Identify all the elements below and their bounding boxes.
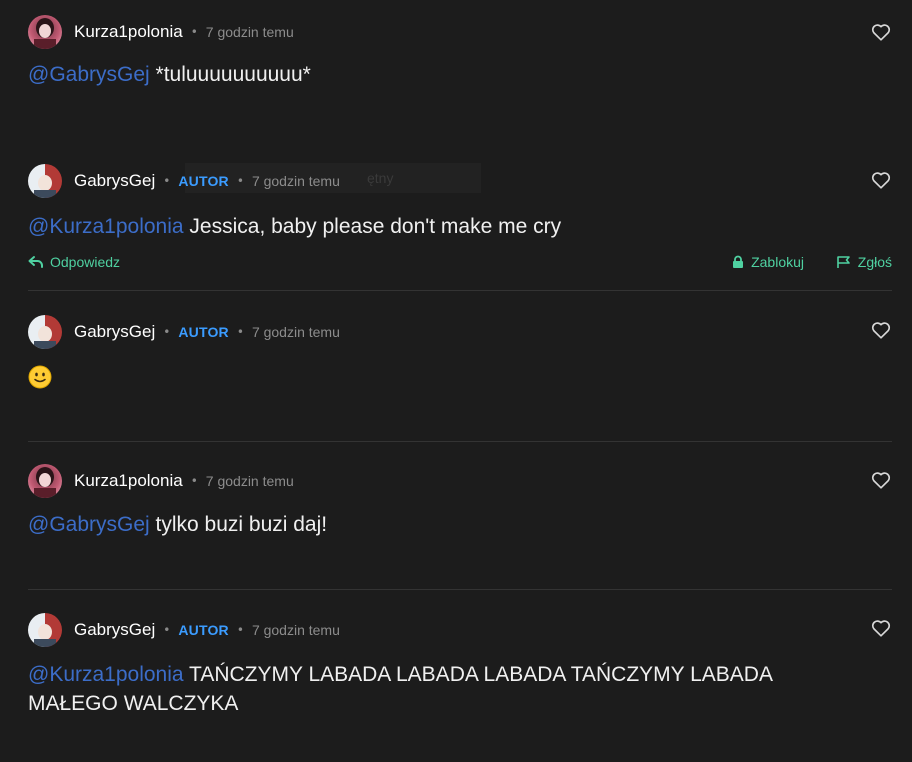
mention-link[interactable]: @GabrysGej <box>28 513 150 536</box>
reply-arrow-icon <box>28 256 43 268</box>
flag-icon <box>836 256 850 268</box>
username[interactable]: GabrysGej <box>74 620 155 640</box>
comment: GabrysGej • AUTOR • 7 godzin temu @Kurza… <box>0 590 912 762</box>
separator-dot: • <box>236 325 244 339</box>
avatar[interactable] <box>28 164 62 198</box>
comment-body: Jessica, baby please don't make me cry <box>183 215 562 238</box>
username[interactable]: GabrysGej <box>74 171 155 191</box>
timestamp: 7 godzin temu <box>251 622 340 638</box>
separator-dot: • <box>236 623 244 637</box>
heart-icon[interactable] <box>870 319 892 341</box>
ghost-text: ętny <box>367 170 394 186</box>
reply-label: Odpowiedz <box>50 254 121 270</box>
heart-icon[interactable] <box>870 617 892 639</box>
comment-text: @Kurza1polonia Jessica, baby please don'… <box>28 212 852 241</box>
lock-icon <box>733 255 744 268</box>
comment-header: Kurza1polonia • 7 godzin temu <box>28 464 294 498</box>
comment: Kurza1polonia • 7 godzin temu @GabrysGej… <box>0 0 912 150</box>
heart-icon[interactable] <box>870 169 892 191</box>
comment-text: @GabrysGej tylko buzi buzi daj! <box>28 510 852 539</box>
timestamp: 7 godzin temu <box>251 173 340 189</box>
username[interactable]: GabrysGej <box>74 322 155 342</box>
report-label: Zgłoś <box>857 254 892 270</box>
block-button[interactable]: Zablokuj <box>731 254 804 270</box>
slightly-smiling-face-emoji <box>28 365 52 389</box>
comment-text <box>28 365 852 397</box>
report-button[interactable]: Zgłoś <box>836 254 892 270</box>
block-label: Zablokuj <box>751 254 804 270</box>
comment-actions: Odpowiedz Zablokuj Zgłoś <box>28 254 892 276</box>
comment-text: @Kurza1polonia TAŃCZYMY LABADA LABADA LA… <box>28 660 850 718</box>
separator-dot: • <box>190 25 198 39</box>
author-badge: AUTOR <box>178 173 229 189</box>
avatar[interactable] <box>28 464 62 498</box>
timestamp: 7 godzin temu <box>205 24 294 40</box>
mention-link[interactable]: @GabrysGej <box>28 63 150 86</box>
username[interactable]: Kurza1polonia <box>74 22 183 42</box>
mention-link[interactable]: @Kurza1polonia <box>28 215 184 238</box>
comment-feed: Kurza1polonia • 7 godzin temu @GabrysGej… <box>0 0 912 762</box>
timestamp: 7 godzin temu <box>205 473 294 489</box>
author-badge: AUTOR <box>178 324 229 340</box>
comment-body: tylko buzi buzi daj! <box>149 513 328 536</box>
username[interactable]: Kurza1polonia <box>74 471 183 491</box>
separator-dot: • <box>236 174 244 188</box>
reply-button[interactable]: Odpowiedz <box>28 254 120 270</box>
avatar[interactable] <box>28 613 62 647</box>
avatar[interactable] <box>28 15 62 49</box>
comment-body: *tuluuuuuuuuuu* <box>149 63 311 86</box>
comment-header: GabrysGej • AUTOR • 7 godzin temu <box>28 613 340 647</box>
comment-header: GabrysGej • AUTOR • 7 godzin temu <box>28 164 340 198</box>
comment-header: GabrysGej • AUTOR • 7 godzin temu <box>28 315 340 349</box>
comment-text: @GabrysGej *tuluuuuuuuuuu* <box>28 60 852 89</box>
heart-icon[interactable] <box>870 469 892 491</box>
comment: GabrysGej • AUTOR • 7 godzin temu <box>0 291 912 441</box>
comment-header: Kurza1polonia • 7 godzin temu <box>28 15 294 49</box>
mention-link[interactable]: @Kurza1polonia <box>28 663 184 686</box>
separator-dot: • <box>163 325 171 339</box>
avatar[interactable] <box>28 315 62 349</box>
timestamp: 7 godzin temu <box>251 324 340 340</box>
heart-icon[interactable] <box>870 21 892 43</box>
separator-dot: • <box>190 474 198 488</box>
comment: Kurza1polonia • 7 godzin temu @GabrysGej… <box>0 442 912 589</box>
author-badge: AUTOR <box>178 622 229 638</box>
separator-dot: • <box>163 623 171 637</box>
comment: ętny GabrysGej • AUTOR • 7 godzin temu @… <box>0 150 912 290</box>
separator-dot: • <box>163 174 171 188</box>
